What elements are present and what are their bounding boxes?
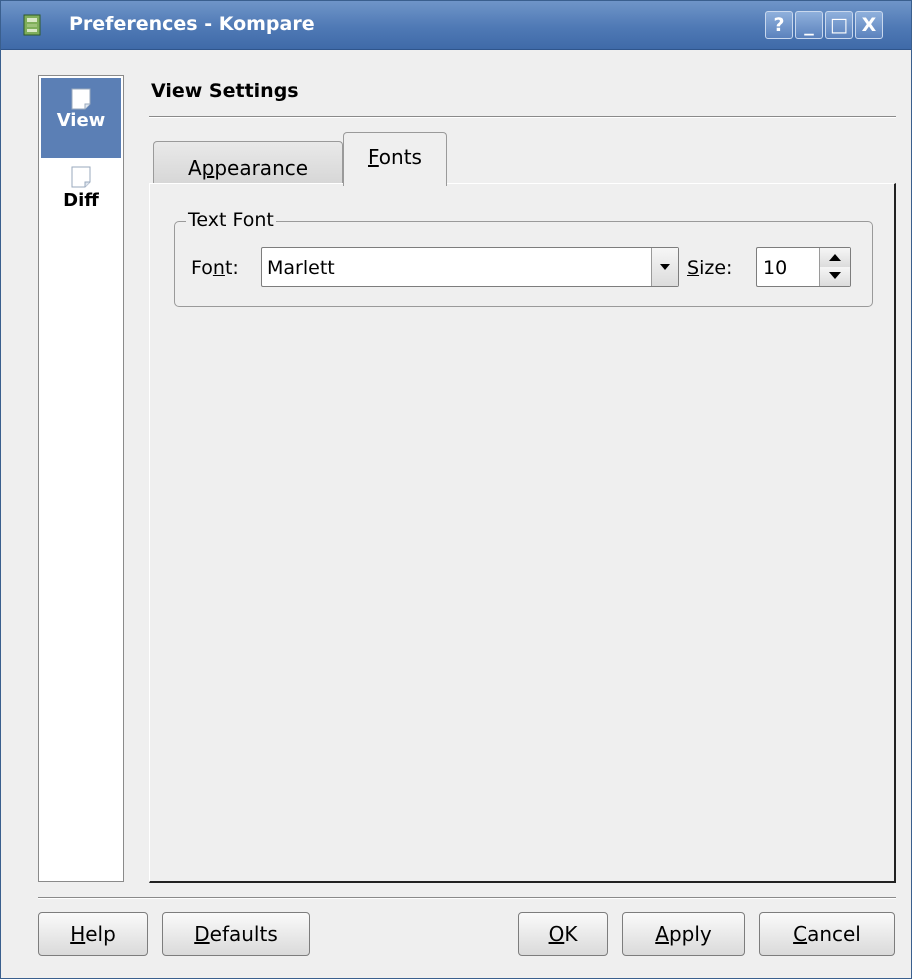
arrow-down-icon	[829, 272, 841, 279]
size-spinbox[interactable]: 10	[756, 247, 851, 287]
button-label: OK	[548, 922, 578, 946]
spin-up-button[interactable]	[819, 248, 850, 268]
size-label: Size:	[687, 257, 733, 279]
tab-label: Fonts	[368, 145, 422, 169]
ok-button[interactable]: OK	[518, 912, 608, 956]
sidebar-item-label: View	[56, 110, 106, 131]
close-button[interactable]: X	[855, 11, 883, 39]
preferences-window: Preferences - Kompare ? _ □ X View Diff …	[0, 0, 912, 979]
dropdown-arrow-button[interactable]	[651, 248, 678, 286]
window-title: Preferences - Kompare	[69, 13, 315, 35]
maximize-icon: □	[830, 14, 848, 36]
defaults-button[interactable]: Defaults	[162, 912, 310, 956]
chevron-down-icon	[660, 264, 670, 270]
page-title: View Settings	[151, 80, 299, 102]
close-icon: X	[861, 14, 877, 36]
help-titlebar-button[interactable]: ?	[765, 11, 793, 39]
button-label: Defaults	[194, 922, 278, 946]
groupbox-title: Text Font	[186, 209, 276, 231]
arrow-up-icon	[829, 254, 841, 261]
divider	[149, 116, 896, 118]
font-combobox-value: Marlett	[267, 257, 335, 279]
apply-button[interactable]: Apply	[622, 912, 745, 956]
spin-down-button[interactable]	[819, 267, 850, 286]
tab-appearance[interactable]: Appearance	[153, 141, 343, 185]
button-label: Help	[70, 922, 116, 946]
question-icon: ?	[773, 14, 785, 36]
button-label: Cancel	[793, 922, 861, 946]
help-button[interactable]: Help	[38, 912, 148, 956]
divider	[38, 897, 896, 899]
kompare-app-icon[interactable]	[21, 13, 43, 37]
minimize-button[interactable]: _	[795, 11, 823, 39]
font-label: Font:	[191, 257, 239, 279]
page-icon	[70, 88, 92, 110]
tab-label: Appearance	[187, 156, 309, 180]
size-spinbox-value: 10	[763, 257, 788, 279]
sidebar-item-diff[interactable]: Diff	[41, 166, 121, 236]
sidebar-item-view[interactable]: View	[41, 78, 121, 158]
tab-fonts[interactable]: Fonts	[343, 132, 447, 186]
sidebar-item-label: Diff	[63, 190, 99, 211]
minimize-icon: _	[804, 14, 814, 36]
cancel-button[interactable]: Cancel	[759, 912, 895, 956]
title-bar[interactable]: Preferences - Kompare ? _ □ X	[1, 1, 911, 50]
page-icon	[70, 166, 92, 188]
page-list-sidebar: View Diff	[38, 75, 124, 882]
maximize-button[interactable]: □	[825, 11, 853, 39]
font-combobox[interactable]: Marlett	[261, 247, 679, 287]
button-label: Apply	[655, 922, 712, 946]
